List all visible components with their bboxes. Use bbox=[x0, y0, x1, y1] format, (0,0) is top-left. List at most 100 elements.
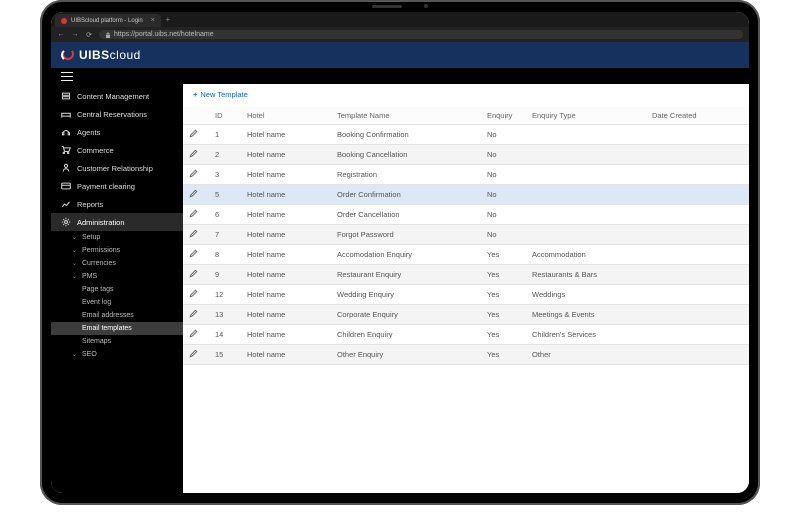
layers-icon bbox=[61, 91, 71, 101]
col-etype[interactable]: Enquiry Type bbox=[526, 107, 646, 125]
sidebar-subitem-event-log[interactable]: Event log bbox=[51, 296, 183, 309]
nav-reload-icon[interactable]: ⟳ bbox=[85, 31, 93, 39]
col-date[interactable]: Date Created bbox=[646, 107, 749, 125]
table-row[interactable]: 2Hotel nameBooking CancellationNo bbox=[183, 145, 749, 165]
sidebar-subitem-page-tags[interactable]: Page tags bbox=[51, 283, 183, 296]
edit-icon[interactable] bbox=[189, 291, 198, 300]
sidebar-subitem-seo[interactable]: ⌄SEO bbox=[51, 348, 183, 361]
brand-logo-icon bbox=[61, 48, 75, 62]
col-enquiry[interactable]: Enquiry bbox=[481, 107, 526, 125]
table-row[interactable]: 12Hotel nameWedding EnquiryYesWeddings bbox=[183, 285, 749, 305]
cell-etype: Children's Services bbox=[526, 325, 646, 345]
edit-icon[interactable] bbox=[189, 351, 198, 360]
table-row[interactable]: 1Hotel nameBooking ConfirmationNo bbox=[183, 125, 749, 145]
cell-etype: Other bbox=[526, 345, 646, 365]
edit-icon[interactable] bbox=[189, 271, 198, 280]
cell-template: Order Confirmation bbox=[331, 185, 481, 205]
cell-edit bbox=[183, 125, 209, 145]
cell-enquiry: Yes bbox=[481, 245, 526, 265]
sidebar-subitem-email-templates[interactable]: Email templates bbox=[51, 322, 183, 335]
edit-icon[interactable] bbox=[189, 171, 198, 180]
toolbar: + New Template bbox=[183, 84, 749, 105]
cell-hotel: Hotel name bbox=[241, 225, 331, 245]
sidebar-item-label: Central Reservations bbox=[77, 110, 147, 119]
cell-etype: Weddings bbox=[526, 285, 646, 305]
sidebar-item-reports[interactable]: Reports bbox=[51, 195, 183, 213]
cell-hotel: Hotel name bbox=[241, 345, 331, 365]
cell-template: Booking Confirmation bbox=[331, 125, 481, 145]
col-hotel[interactable]: Hotel bbox=[241, 107, 331, 125]
cell-template: Wedding Enquiry bbox=[331, 285, 481, 305]
nav-forward-icon[interactable]: → bbox=[71, 31, 79, 38]
cell-enquiry: Yes bbox=[481, 265, 526, 285]
table-row[interactable]: 9Hotel nameRestaurant EnquiryYesRestaura… bbox=[183, 265, 749, 285]
brand-name-a: UIBS bbox=[79, 48, 110, 62]
sidebar-item-commerce[interactable]: Commerce bbox=[51, 141, 183, 159]
edit-icon[interactable] bbox=[189, 251, 198, 260]
chevron-down-icon: ⌄ bbox=[71, 273, 78, 280]
sidebar-subitem-setup[interactable]: ⌄Setup bbox=[51, 231, 183, 244]
brand-name-b: cloud bbox=[110, 48, 141, 62]
sidebar-subitem-sitemaps[interactable]: Sitemaps bbox=[51, 335, 183, 348]
sidebar-subitem-label: Event log bbox=[82, 299, 111, 306]
col-template[interactable]: Template Name bbox=[331, 107, 481, 125]
edit-icon[interactable] bbox=[189, 131, 198, 140]
sidebar-subitem-currencies[interactable]: ⌄Currencies bbox=[51, 257, 183, 270]
device-frame: UIBScloud platform - Login × + ← → ⟳ htt… bbox=[40, 0, 760, 505]
sidebar-item-content-management[interactable]: Content Management bbox=[51, 87, 183, 105]
cell-date bbox=[646, 285, 749, 305]
cell-id: 1 bbox=[209, 125, 241, 145]
cell-enquiry: No bbox=[481, 185, 526, 205]
cell-hotel: Hotel name bbox=[241, 165, 331, 185]
table-row[interactable]: 13Hotel nameCorporate EnquiryYesMeetings… bbox=[183, 305, 749, 325]
cell-edit bbox=[183, 285, 209, 305]
edit-icon[interactable] bbox=[189, 311, 198, 320]
cell-hotel: Hotel name bbox=[241, 325, 331, 345]
sidebar-item-label: Customer Relationship bbox=[77, 164, 153, 173]
edit-icon[interactable] bbox=[189, 191, 198, 200]
cell-date bbox=[646, 145, 749, 165]
table-row[interactable]: 15Hotel nameOther EnquiryYesOther bbox=[183, 345, 749, 365]
table-row[interactable]: 3Hotel nameRegistrationNo bbox=[183, 165, 749, 185]
cell-edit bbox=[183, 325, 209, 345]
sidebar-item-agents[interactable]: Agents bbox=[51, 123, 183, 141]
cell-enquiry: Yes bbox=[481, 305, 526, 325]
close-tab-icon[interactable]: × bbox=[151, 17, 155, 24]
sidebar-subitem-label: Permissions bbox=[82, 247, 120, 254]
nav-back-icon[interactable]: ← bbox=[57, 31, 65, 38]
cell-template: Order Cancellation bbox=[331, 205, 481, 225]
sidebar-item-central-reservations[interactable]: Central Reservations bbox=[51, 105, 183, 123]
edit-icon[interactable] bbox=[189, 231, 198, 240]
new-tab-button[interactable]: + bbox=[161, 12, 175, 27]
cell-date bbox=[646, 345, 749, 365]
new-template-button[interactable]: + New Template bbox=[193, 90, 248, 99]
edit-icon[interactable] bbox=[189, 211, 198, 220]
sidebar-subitem-label: Email templates bbox=[82, 325, 132, 332]
sidebar-subitem-permissions[interactable]: ⌄Permissions bbox=[51, 244, 183, 257]
edit-icon[interactable] bbox=[189, 331, 198, 340]
sidebar-item-administration[interactable]: Administration bbox=[51, 213, 183, 231]
menu-toggle-icon[interactable] bbox=[61, 72, 73, 81]
table-row[interactable]: 7Hotel nameForgot PasswordNo bbox=[183, 225, 749, 245]
table-row[interactable]: 5Hotel nameOrder ConfirmationNo bbox=[183, 185, 749, 205]
sidebar-subitem-pms[interactable]: ⌄PMS bbox=[51, 270, 183, 283]
address-field[interactable]: https://portal.uibs.net/hotelname bbox=[99, 30, 743, 39]
sidebar-subitem-email-addresses[interactable]: Email addresses bbox=[51, 309, 183, 322]
sidebar-subitem-label: Email addresses bbox=[82, 312, 134, 319]
table-row[interactable]: 14Hotel nameChildren EnquiryYesChildren'… bbox=[183, 325, 749, 345]
table-row[interactable]: 6Hotel nameOrder CancellationNo bbox=[183, 205, 749, 225]
sidebar-subitem-label: Page tags bbox=[82, 286, 114, 293]
sidebar-item-customer-relationship[interactable]: Customer Relationship bbox=[51, 159, 183, 177]
browser-tab[interactable]: UIBScloud platform - Login × bbox=[55, 14, 161, 27]
edit-icon[interactable] bbox=[189, 151, 198, 160]
sidebar: Content Management Central Reservations Ag… bbox=[51, 84, 183, 493]
cell-hotel: Hotel name bbox=[241, 305, 331, 325]
cell-hotel: Hotel name bbox=[241, 205, 331, 225]
cell-hotel: Hotel name bbox=[241, 265, 331, 285]
cell-id: 6 bbox=[209, 205, 241, 225]
cell-etype: Restaurants & Bars bbox=[526, 265, 646, 285]
table-row[interactable]: 8Hotel nameAccomodation EnquiryYesAccomm… bbox=[183, 245, 749, 265]
sidebar-item-payment-clearing[interactable]: Payment clearing bbox=[51, 177, 183, 195]
cell-edit bbox=[183, 245, 209, 265]
col-id[interactable]: ID bbox=[209, 107, 241, 125]
